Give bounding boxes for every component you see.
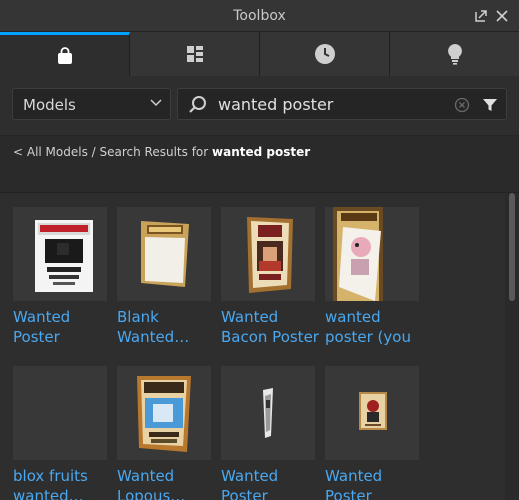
result-thumbnail [117,366,211,460]
breadcrumb-line: < All Models / Search Results for wanted… [13,145,310,159]
result-card[interactable]: Wanted Poster [325,366,421,500]
result-name-line2: Poster [221,487,268,500]
result-name-line2: Poster [13,328,60,346]
window-title: Toolbox [233,8,286,24]
results-grid: Wanted Poster Blank Wanted… Wanted Bacon… [0,193,505,500]
search-query: wanted poster [218,95,334,114]
result-name-line2: Bacon Poster [221,328,319,346]
result-thumbnail [325,207,419,301]
title-bar: Toolbox [0,0,519,32]
result-name-line1: Wanted [221,308,279,326]
search-icon [189,96,206,113]
dock-icon[interactable] [473,8,489,24]
result-name-line2: Poster [325,487,372,500]
clock-icon [314,44,335,64]
result-thumbnail [325,366,419,460]
result-name-line1: Wanted [221,467,279,485]
lightbulb-icon [447,44,462,65]
scrollbar-thumb[interactable] [509,193,515,301]
result-name-line2: poster (you [325,328,411,346]
tab-recent[interactable] [260,32,390,76]
search-input[interactable]: wanted poster [177,88,507,120]
close-icon[interactable] [494,8,510,24]
breadcrumb: < All Models / Search Results for wanted… [0,135,519,193]
breadcrumb-query: wanted poster [212,145,311,159]
result-card[interactable]: Wanted Poster [221,366,317,500]
tab-marketplace[interactable] [0,32,130,76]
results-scrollbar[interactable] [505,193,519,500]
result-name-line2: wanted… [13,487,84,500]
result-name-line1: Wanted [13,308,71,326]
tab-creations[interactable] [390,32,519,76]
result-name-line1: Wanted [325,467,383,485]
result-name-line1: Blank [117,308,159,326]
bag-icon [57,46,72,64]
result-thumbnail [13,207,107,301]
result-thumbnail [221,207,315,301]
grid-icon [186,46,203,62]
clear-icon[interactable] [454,97,470,113]
result-name-line1: blox fruits [13,467,88,485]
chevron-down-icon [150,99,162,107]
result-thumbnail [13,366,107,460]
filter-icon[interactable] [482,97,498,113]
result-name-line2: Wanted… [117,328,190,346]
result-name-line1: wanted [325,308,381,326]
result-thumbnail [117,207,211,301]
result-card[interactable]: Wanted Poster [13,207,109,347]
result-card[interactable]: Wanted Bacon Poster [221,207,319,347]
result-name-line1: Wanted [117,467,175,485]
breadcrumb-back-link[interactable]: < All Models / Search Results for [13,145,212,159]
result-card[interactable]: Wanted Lopous… [117,366,213,500]
result-card[interactable]: Blank Wanted… [117,207,213,347]
category-value: Models [23,96,76,114]
category-dropdown[interactable]: Models [12,88,171,120]
result-card[interactable]: blox fruits wanted… [13,366,109,500]
tab-inventory[interactable] [130,32,260,76]
result-card[interactable]: wanted poster (you [325,207,421,347]
result-name-line2: Lopous… [117,487,186,500]
filter-bar: Models wanted poster [0,77,519,135]
tab-bar [0,32,519,76]
result-thumbnail [221,366,315,460]
